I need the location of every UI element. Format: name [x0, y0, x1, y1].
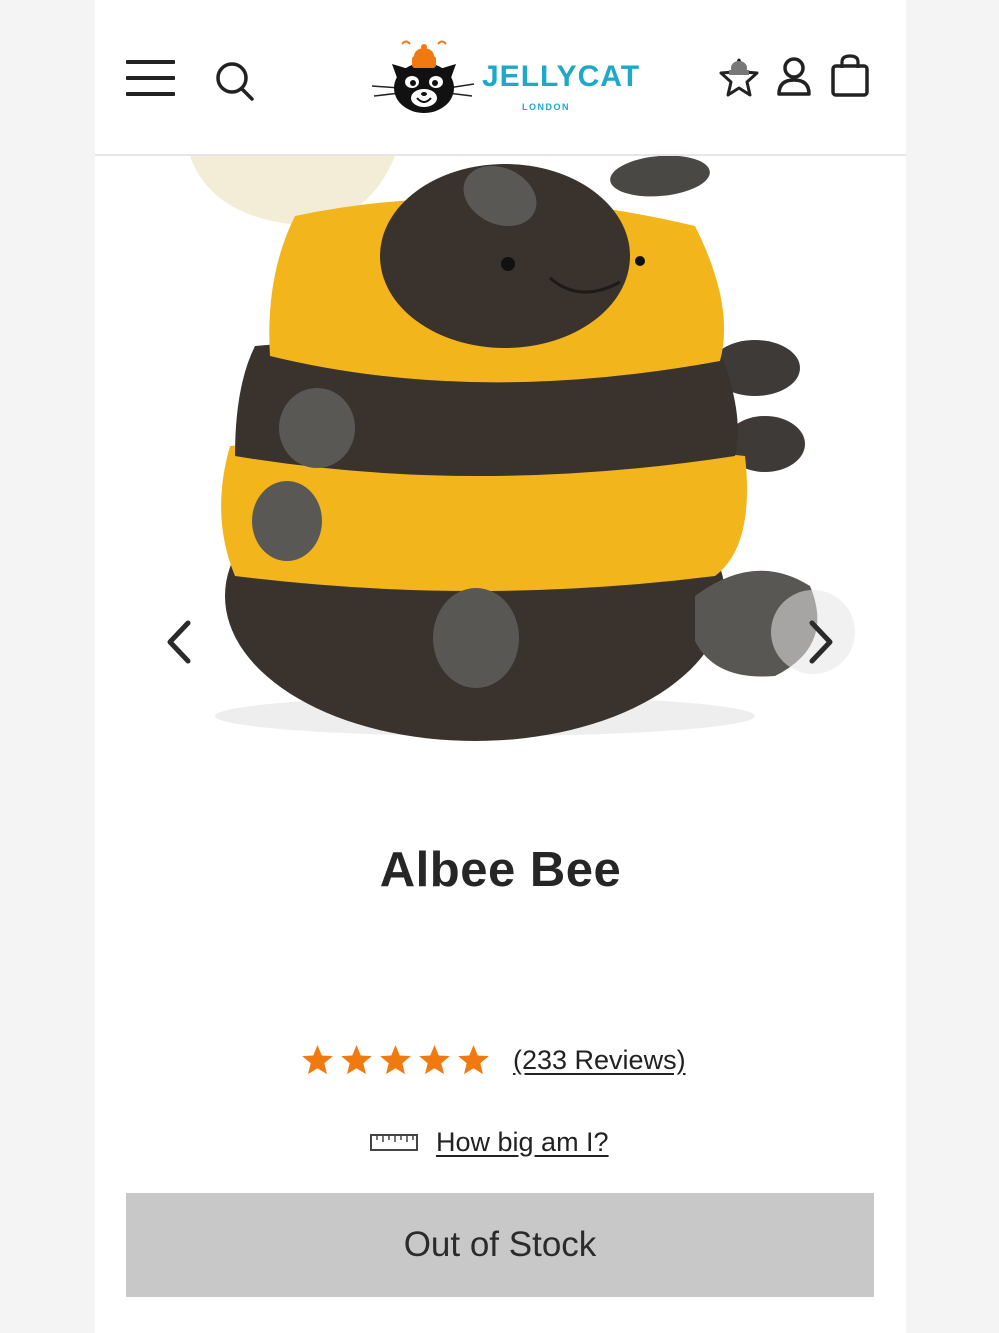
- how-big-link[interactable]: How big am I?: [436, 1127, 609, 1158]
- gallery-next-button[interactable]: [799, 614, 843, 670]
- ruler-icon: [370, 1134, 418, 1151]
- gallery-prev-button[interactable]: [157, 614, 201, 670]
- jellycat-logo[interactable]: JELLYCAT LONDON: [370, 36, 639, 116]
- reviews-link[interactable]: (233 Reviews): [513, 1045, 686, 1076]
- site-header: JELLYCAT LONDON: [95, 0, 906, 156]
- size-guide: How big am I?: [370, 1122, 609, 1162]
- product-image-gallery[interactable]: [95, 156, 906, 806]
- product-title: Albee Bee: [379, 843, 622, 897]
- logo-subtext: LONDON: [522, 102, 570, 112]
- star-icon: [302, 1045, 333, 1075]
- shopping-bag-icon[interactable]: [830, 54, 870, 98]
- logo-wordmark: JELLYCAT: [482, 60, 641, 93]
- star-wishlist-icon[interactable]: [717, 54, 761, 100]
- star-icon: [419, 1045, 450, 1075]
- hamburger-menu-icon[interactable]: [126, 58, 176, 98]
- product-page: JELLYCAT LONDON Albee Bee (233 Reviews) …: [95, 0, 906, 1333]
- star-rating: [300, 1043, 491, 1077]
- search-icon[interactable]: [215, 60, 255, 102]
- account-person-icon[interactable]: [776, 56, 812, 98]
- star-icon: [380, 1045, 411, 1075]
- chevron-left-icon: [167, 620, 191, 664]
- chevron-right-icon: [809, 620, 833, 664]
- product-rating: (233 Reviews): [300, 1040, 686, 1080]
- out-of-stock-button[interactable]: Out of Stock: [126, 1193, 874, 1297]
- albee-bee-product-image: [190, 156, 855, 741]
- star-icon: [458, 1045, 489, 1075]
- star-icon: [341, 1045, 372, 1075]
